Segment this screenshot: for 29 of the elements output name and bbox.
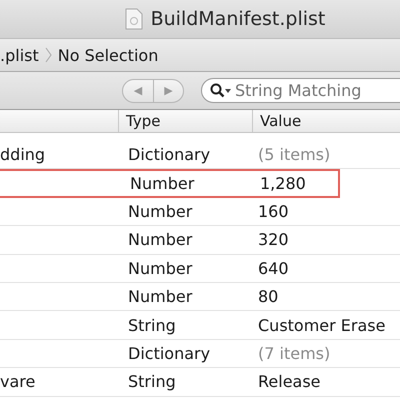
column-header[interactable]: Type [119, 110, 253, 132]
document-icon [124, 8, 143, 30]
table-cell: Dictionary [128, 145, 210, 164]
breadcrumb-item[interactable]: No Selection [58, 46, 158, 64]
search-field[interactable]: String Matching [201, 78, 400, 103]
table-cell: Number [128, 230, 192, 250]
chevron-icon [44, 47, 52, 63]
highlighted-row[interactable]: Number 1,280 [0, 169, 340, 198]
breadcrumb-item[interactable]: .plist [0, 46, 39, 64]
table-cell: 320 [258, 230, 289, 250]
table-cell: String [128, 372, 176, 392]
table-cell: (5 items) [258, 145, 330, 164]
table-cell: Number [128, 287, 192, 306]
table-cell: Number [128, 202, 192, 221]
table-cell: Number [130, 174, 194, 194]
table-cell: vare [0, 372, 36, 392]
table-cell: (7 items) [258, 344, 330, 363]
table-cell: 80 [258, 287, 278, 306]
table-cell: String [128, 316, 176, 335]
table-cell: 1,280 [260, 174, 306, 194]
table-cell: Release [258, 372, 321, 392]
table-cell: Dictionary [128, 344, 210, 363]
table-cell: dding [0, 145, 46, 164]
table-cell: 640 [258, 258, 289, 278]
window-title: BuildManifest.plist [150, 8, 326, 30]
table-cell: Number [128, 258, 192, 278]
table-cell: 160 [258, 202, 289, 221]
column-header[interactable]: Value [253, 112, 302, 130]
table-cell: Customer Erase [258, 316, 386, 335]
